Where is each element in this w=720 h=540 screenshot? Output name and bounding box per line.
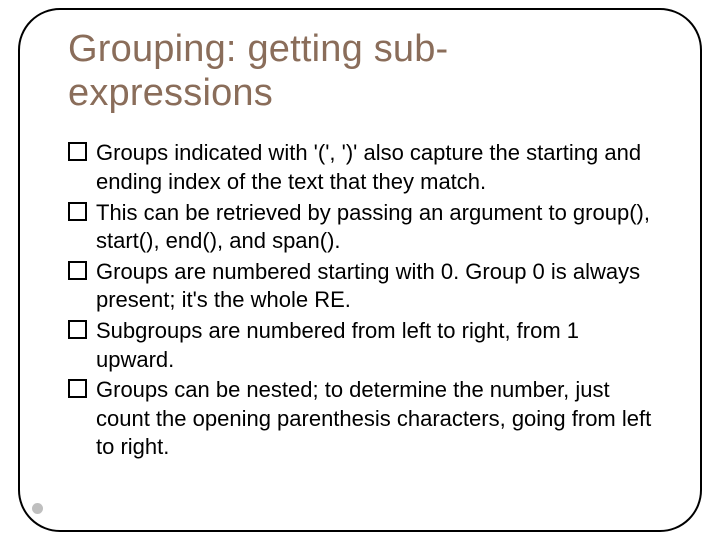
- list-item: Groups can be nested; to determine the n…: [68, 376, 652, 462]
- list-item: Groups indicated with '(', ')' also capt…: [68, 139, 652, 196]
- list-item: Subgroups are numbered from left to righ…: [68, 317, 652, 374]
- bullet-list: Groups indicated with '(', ')' also capt…: [68, 139, 652, 462]
- slide-frame: Grouping: getting sub-expressions Groups…: [18, 8, 702, 532]
- slide-title: Grouping: getting sub-expressions: [68, 28, 652, 115]
- list-item: Groups are numbered starting with 0. Gro…: [68, 258, 652, 315]
- list-item: This can be retrieved by passing an argu…: [68, 199, 652, 256]
- page-indicator-dot: [32, 503, 43, 514]
